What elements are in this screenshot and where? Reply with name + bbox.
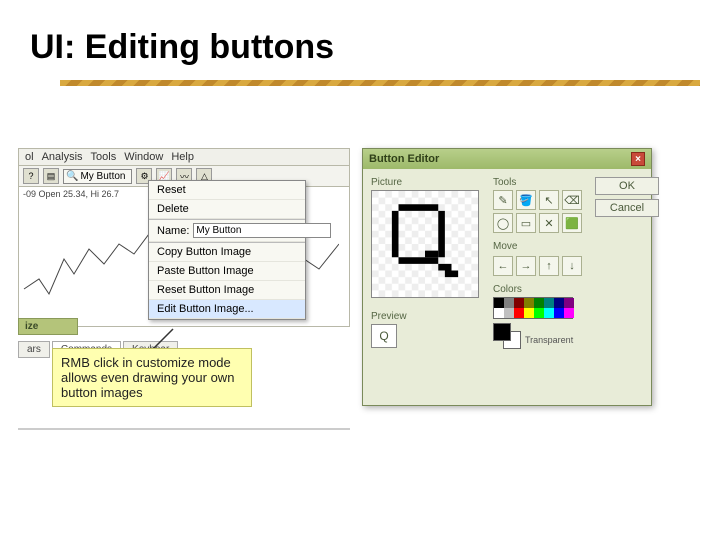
- menu-item[interactable]: ol: [25, 151, 34, 163]
- color-swatch[interactable]: [514, 308, 524, 318]
- dialog-title: Button Editor: [369, 153, 439, 165]
- magnify-icon: 🔍: [66, 171, 78, 182]
- rect-tool-icon[interactable]: ▭: [516, 213, 536, 233]
- doc-icon[interactable]: ▤: [43, 168, 59, 184]
- menu-item[interactable]: Window: [124, 151, 163, 163]
- context-menu: Reset Delete Name: Copy Button Image Pas…: [148, 180, 306, 320]
- color-swatch[interactable]: [544, 308, 554, 318]
- preview-label: Preview: [371, 311, 487, 322]
- tab-toolbars[interactable]: ars: [18, 341, 50, 358]
- tools-section: Tools ✎ 🪣 ↖ ⌫ ◯ ▭ ✕ 🟩 Move ← → ↑ ↓ Color…: [493, 177, 589, 348]
- fillrect-tool-icon[interactable]: 🟩: [562, 213, 582, 233]
- title-underline: [60, 80, 700, 86]
- fgbg-indicator[interactable]: [493, 323, 521, 349]
- color-swatch[interactable]: [494, 298, 504, 308]
- color-swatch[interactable]: [494, 308, 504, 318]
- color-swatch[interactable]: [514, 298, 524, 308]
- ctx-reset-image[interactable]: Reset Button Image: [149, 281, 305, 300]
- color-swatch[interactable]: [534, 308, 544, 318]
- fg-color-icon: [493, 323, 511, 341]
- ctx-delete[interactable]: Delete: [149, 200, 305, 219]
- preview-box: Q: [371, 324, 397, 348]
- slide-title: UI: Editing buttons: [30, 28, 334, 67]
- move-right-icon[interactable]: →: [516, 256, 536, 276]
- my-button-label: My Button: [80, 171, 125, 182]
- picture-label: Picture: [371, 177, 487, 188]
- ctx-name-input[interactable]: [193, 223, 331, 238]
- dialog-titlebar: Button Editor ×: [363, 149, 651, 169]
- clear-tool-icon[interactable]: ✕: [539, 213, 559, 233]
- menubar: ol Analysis Tools Window Help: [18, 148, 350, 166]
- tools-label: Tools: [493, 177, 589, 188]
- ctx-name-row: Name:: [149, 219, 305, 242]
- fill-tool-icon[interactable]: 🪣: [516, 190, 536, 210]
- move-grid: ← → ↑ ↓: [493, 256, 589, 276]
- pencil-tool-icon[interactable]: ✎: [493, 190, 513, 210]
- picture-section: Picture Preview Q: [371, 177, 487, 348]
- ctx-reset[interactable]: Reset: [149, 181, 305, 200]
- move-left-icon[interactable]: ←: [493, 256, 513, 276]
- ellipse-tool-icon[interactable]: ◯: [493, 213, 513, 233]
- color-swatch[interactable]: [554, 308, 564, 318]
- color-swatch[interactable]: [554, 298, 564, 308]
- chart-info-text: -09 Open 25.34, Hi 26.7: [23, 189, 119, 199]
- pixel-canvas[interactable]: [371, 190, 479, 298]
- ctx-paste-image[interactable]: Paste Button Image: [149, 262, 305, 281]
- color-palette: [493, 297, 573, 319]
- color-swatch[interactable]: [524, 298, 534, 308]
- move-up-icon[interactable]: ↑: [539, 256, 559, 276]
- color-swatch[interactable]: [564, 298, 574, 308]
- question-icon[interactable]: ?: [23, 168, 39, 184]
- cancel-button[interactable]: Cancel: [595, 199, 659, 217]
- color-swatch[interactable]: [544, 298, 554, 308]
- menu-item[interactable]: Analysis: [42, 151, 83, 163]
- colors-label: Colors: [493, 284, 589, 295]
- button-editor-dialog: Button Editor × Picture: [362, 148, 652, 406]
- ok-button[interactable]: OK: [595, 177, 659, 195]
- color-swatch[interactable]: [524, 308, 534, 318]
- menu-item[interactable]: Help: [171, 151, 194, 163]
- move-label: Move: [493, 241, 589, 252]
- color-swatch[interactable]: [504, 298, 514, 308]
- ctx-name-label: Name:: [157, 225, 189, 237]
- transparent-label: Transparent: [525, 335, 589, 345]
- select-tool-icon[interactable]: ↖: [539, 190, 559, 210]
- dialog-buttons: OK Cancel: [595, 177, 665, 348]
- app-screenshot: ol Analysis Tools Window Help ? ▤ 🔍 My B…: [18, 148, 350, 430]
- ctx-copy-image[interactable]: Copy Button Image: [149, 242, 305, 262]
- color-swatch[interactable]: [534, 298, 544, 308]
- custom-my-button[interactable]: 🔍 My Button: [63, 169, 132, 184]
- customize-titlebar: ize: [18, 318, 78, 335]
- erase-tool-icon[interactable]: ⌫: [562, 190, 582, 210]
- menu-item[interactable]: Tools: [91, 151, 117, 163]
- move-down-icon[interactable]: ↓: [562, 256, 582, 276]
- tool-grid: ✎ 🪣 ↖ ⌫ ◯ ▭ ✕ 🟩: [493, 190, 589, 233]
- color-swatch[interactable]: [504, 308, 514, 318]
- close-icon[interactable]: ×: [631, 152, 645, 166]
- callout-note: RMB click in customize mode allows even …: [52, 348, 252, 407]
- ctx-edit-image[interactable]: Edit Button Image...: [149, 300, 305, 319]
- color-swatch[interactable]: [564, 308, 574, 318]
